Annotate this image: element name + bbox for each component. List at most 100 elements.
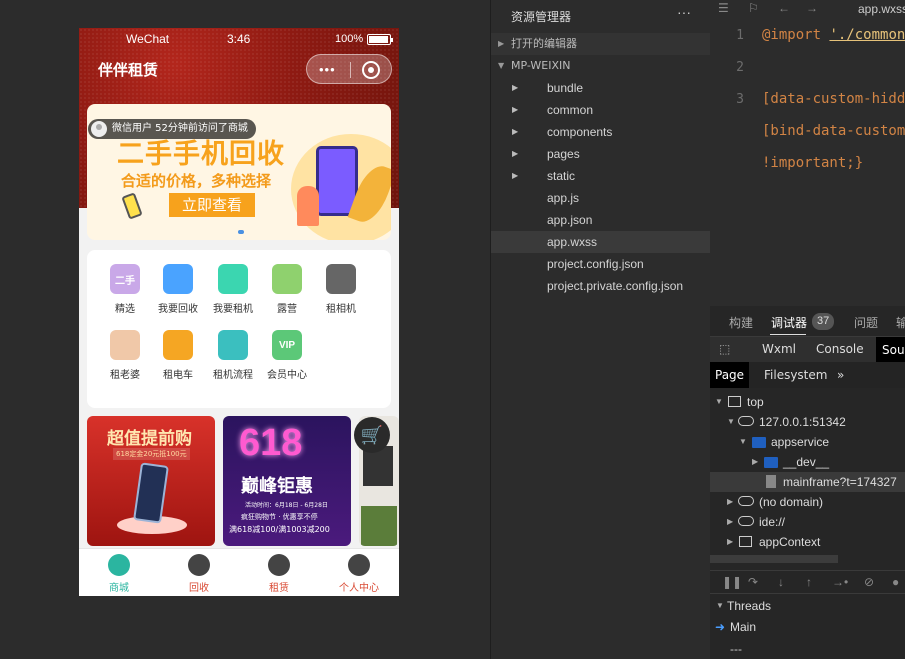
context-node[interactable]: ▶ appContext — [710, 532, 905, 552]
tab-page[interactable]: Page — [710, 362, 750, 388]
bookmark-icon[interactable]: ⚐ — [748, 1, 759, 15]
horizontal-scrollbar[interactable] — [710, 555, 838, 563]
tab-label: 个人中心 — [339, 583, 379, 594]
pause-on-exceptions-icon[interactable]: ● — [892, 575, 899, 589]
grid-item[interactable]: 二手 精选 — [96, 264, 154, 315]
code-token: [data-custom-hidd — [762, 91, 905, 107]
grid-item[interactable]: 我要租机 — [204, 264, 262, 315]
thread-label: Main — [730, 620, 757, 634]
project-section[interactable]: ▼ MP-WEIXIN — [491, 55, 710, 77]
grid-item[interactable]: 租相机 — [312, 264, 370, 315]
top-frame[interactable]: ▼ top — [710, 392, 905, 412]
capsule-divider — [350, 62, 351, 78]
folder-item[interactable]: ▶ pages — [491, 143, 710, 165]
promo-row: 超值提前购 618定金20元抵100元 618 巅峰钜惠 活动时间：6月18日 … — [87, 416, 399, 546]
tab-recycle[interactable]: 回收 — [159, 549, 239, 596]
folder-item[interactable]: ▶ components — [491, 121, 710, 143]
close-target-icon[interactable] — [362, 61, 380, 79]
code-editor: ☰ ⚐ ← → app.wxss 1 @import './common 2 3 [da… — [710, 0, 905, 300]
tab-filesystem[interactable]: Filesystem — [764, 368, 827, 382]
tree-label: 127.0.0.1:51342 — [759, 415, 846, 429]
grid-item[interactable]: VIP 会员中心 — [258, 330, 316, 381]
list-icon — [218, 330, 248, 360]
origin-node[interactable]: ▶ ide:// — [710, 512, 905, 532]
chevron-right-icon[interactable]: ▶ — [727, 512, 733, 532]
file-item[interactable]: app.js — [491, 187, 710, 209]
folder-icon — [752, 437, 766, 448]
sources-navigator-tabs: Page Filesystem » — [710, 362, 905, 388]
origin-node[interactable]: ▼ 127.0.0.1:51342 — [710, 412, 905, 432]
tab-debugger[interactable]: 调试器 — [771, 314, 807, 331]
folder-node[interactable]: ▼ appservice — [710, 432, 905, 452]
forward-icon[interactable]: → — [806, 1, 818, 15]
step-icon[interactable]: →• — [832, 575, 848, 589]
grid-item[interactable]: 租机流程 — [204, 330, 262, 381]
tab-output[interactable]: 输 — [896, 314, 905, 331]
inspect-icon[interactable]: ⬚ — [719, 342, 730, 356]
grid-item[interactable]: 租电车 — [149, 330, 207, 381]
chevron-right-icon[interactable]: ▶ — [727, 492, 733, 512]
promo-line: 疯狂购物节 · 优惠享不停 — [241, 513, 318, 521]
folder-label: static — [547, 169, 576, 183]
tab-wxml[interactable]: Wxml — [762, 342, 796, 356]
mini-program-capsule[interactable]: ••• — [306, 54, 392, 84]
tab-build[interactable]: 构建 — [729, 314, 753, 331]
promo-line: 满618减100/满1003减200 — [229, 525, 330, 534]
origin-node[interactable]: ▶ (no domain) — [710, 492, 905, 512]
file-item[interactable]: app.json — [491, 209, 710, 231]
file-item[interactable]: project.private.config.json — [491, 275, 710, 297]
step-into-icon[interactable]: ↓ — [778, 575, 784, 589]
list-icon[interactable]: ☰ — [718, 1, 729, 15]
file-item[interactable]: app.wxss — [491, 231, 710, 253]
deactivate-breakpoints-icon[interactable]: ⊘ — [864, 575, 874, 589]
step-over-icon[interactable]: ↷ — [748, 575, 758, 589]
file-node[interactable]: mainframe?t=174327 — [710, 472, 905, 492]
banner-cta-button[interactable]: 立即查看 — [169, 193, 255, 217]
pause-icon[interactable]: ❚❚ — [722, 575, 742, 589]
line-number: 2 — [736, 60, 744, 75]
tab-lease[interactable]: 租赁 — [239, 549, 319, 596]
more-actions-icon[interactable]: ··· — [677, 4, 691, 20]
file-item[interactable]: project.config.json — [491, 253, 710, 275]
back-icon[interactable]: ← — [778, 1, 790, 15]
step-out-icon[interactable]: ↑ — [806, 575, 812, 589]
folder-item[interactable]: ▶ common — [491, 99, 710, 121]
threads-section[interactable]: ▼ Threads — [710, 596, 905, 616]
more-tabs-icon[interactable]: » — [837, 368, 844, 382]
chevron-down-icon: ▼ — [716, 601, 724, 610]
chevron-right-icon[interactable]: ▶ — [752, 452, 758, 472]
open-editors-section[interactable]: ▶ 打开的编辑器 — [491, 33, 710, 55]
vip-icon: VIP — [272, 330, 302, 360]
chevron-down-icon[interactable]: ▼ — [727, 412, 735, 432]
chevron-right-icon[interactable]: ▶ — [727, 532, 733, 552]
window-icon — [739, 536, 752, 547]
folder-node[interactable]: ▶ __dev__ — [710, 452, 905, 472]
folder-label: components — [547, 125, 613, 139]
promo-card-618[interactable]: 618 巅峰钜惠 活动时间：6月18日 - 6月28日 疯狂购物节 · 优惠享不… — [223, 416, 351, 546]
grid-item[interactable]: 租老婆 — [96, 330, 154, 381]
chevron-down-icon[interactable]: ▼ — [715, 392, 723, 412]
clock-label: 3:46 — [227, 32, 251, 46]
folder-item[interactable]: ▶ static — [491, 165, 710, 187]
carousel-indicator[interactable] — [238, 230, 244, 234]
thread-main[interactable]: ➜ Main — [710, 617, 905, 637]
more-icon[interactable]: ••• — [319, 62, 336, 77]
file-label: project.private.config.json — [547, 279, 684, 293]
tab-console[interactable]: Console — [816, 342, 864, 356]
tab-sources[interactable]: Sour — [876, 337, 905, 363]
cart-icon[interactable]: 🛒 — [354, 417, 390, 453]
grid-item-label: 租电车 — [163, 370, 193, 381]
home-icon — [108, 554, 130, 576]
tab-user[interactable]: 个人中心 — [319, 549, 399, 596]
folder-label: bundle — [547, 81, 584, 95]
promo-title: 巅峰钜惠 — [241, 476, 313, 497]
grid-item[interactable]: 露营 — [258, 264, 316, 315]
grid-item[interactable]: 我要回收 — [149, 264, 207, 315]
promo-card-presale[interactable]: 超值提前购 618定金20元抵100元 — [87, 416, 215, 546]
folder-item[interactable]: ▶ bundle — [491, 77, 710, 99]
chevron-down-icon[interactable]: ▼ — [739, 432, 747, 452]
thread-placeholder: --- — [730, 642, 742, 656]
tab-home[interactable]: 商城 — [79, 549, 159, 596]
debugger-controls: ❚❚ ↷ ↓ ↑ →• ⊘ ● — [710, 570, 905, 594]
tab-problems[interactable]: 问题 — [854, 314, 878, 331]
